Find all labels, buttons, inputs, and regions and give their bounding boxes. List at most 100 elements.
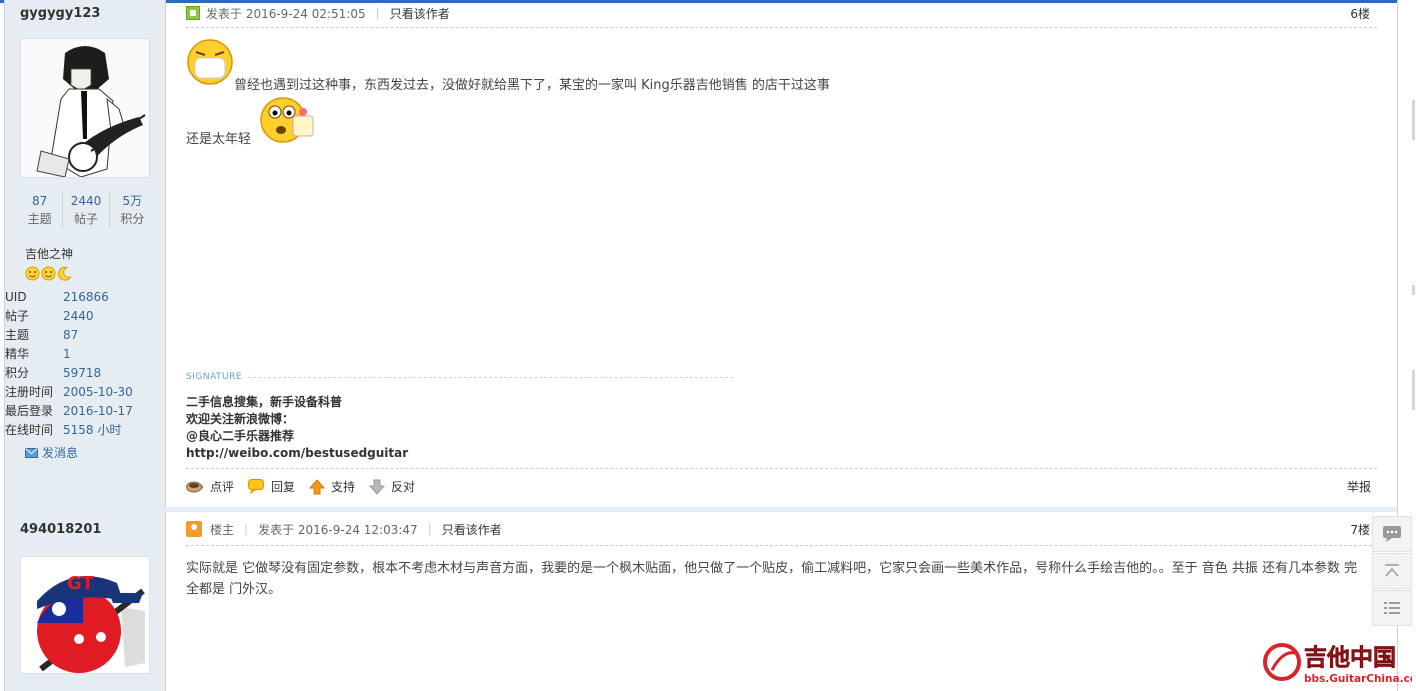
coffee-cup-icon [186, 481, 203, 492]
scrollbar-mark [1412, 100, 1415, 140]
author-stats: 87 主题 2440 帖子 5万 积分 [17, 192, 155, 228]
list-icon [1384, 602, 1400, 614]
to-top-icon [1385, 564, 1399, 577]
quick-reply-button[interactable] [1372, 516, 1412, 552]
rank-title: 吉他之神 [25, 247, 74, 261]
post-actions: 点评 回复 支持 反对 举报 [186, 478, 1371, 495]
author-username[interactable]: gygygy123 [20, 6, 100, 21]
post-6: gygygy123 87 主题 2440 帖子 5万 积分 吉他之神 UID 2… [5, 0, 1397, 507]
site-logo: 吉他中国 bbs.GuitarChina.com [1262, 640, 1416, 688]
profile-key: 最后登录 [5, 404, 54, 418]
stat-value: 87 [32, 194, 48, 208]
separator: | [244, 522, 249, 536]
separator: | [427, 522, 432, 536]
content-paragraph: 曾经也遇到过这种事，东西发过去，没做好就给黑下了，某宝的一家叫 King乐器吉他… [186, 36, 1186, 93]
stat-threads[interactable]: 87 主题 [17, 192, 64, 228]
content-paragraph: 还是太年轻 [186, 90, 486, 150]
profile-row: UID 216866 [5, 288, 133, 307]
profile-value[interactable]: 2440 [63, 307, 94, 326]
separator: | [375, 6, 380, 20]
arrow-down-icon [369, 479, 386, 495]
shocked-smiley-icon [260, 97, 314, 143]
author-profile: UID 216866 帖子 2440 主题 87 精华 1 积分 59718 注册时间 20… [5, 288, 133, 440]
online-status-icon [186, 6, 200, 20]
signature-line: 欢迎关注新浪微博： [186, 412, 295, 426]
oppose-button[interactable]: 反对 [369, 478, 415, 495]
post-time: 发表于 2016-9-24 12:03:47 [258, 522, 418, 537]
list-view-button[interactable] [1372, 590, 1412, 626]
support-button[interactable]: 支持 [309, 478, 355, 495]
stat-label: 主题 [27, 212, 52, 226]
floor-number[interactable]: 7楼 [1350, 521, 1370, 538]
floating-toolbar [1372, 516, 1412, 627]
profile-key: 在线时间 [5, 423, 54, 437]
profile-value: 1 [63, 347, 71, 361]
support-label: 支持 [331, 480, 356, 494]
profile-value: 5158 小时 [63, 423, 122, 437]
send-message-label: 发消息 [42, 446, 79, 460]
header-divider [186, 545, 1377, 546]
sun-icon [25, 266, 40, 281]
profile-row: 在线时间 5158 小时 [5, 421, 133, 440]
author-username[interactable]: 494018201 [20, 522, 101, 537]
profile-row: 帖子 2440 [5, 307, 133, 326]
signature-line[interactable]: http://weibo.com/bestusedguitar [186, 445, 408, 462]
post-time: 发表于 2016-9-24 02:51:05 [206, 6, 366, 21]
signature-label: SIGNATURE [186, 372, 243, 382]
author-avatar[interactable]: GT [20, 556, 150, 674]
comment-button[interactable]: 点评 [186, 478, 234, 495]
stat-value: 5万 [122, 194, 143, 208]
op-label: 楼主 [210, 522, 235, 537]
profile-key: 帖子 [5, 309, 30, 323]
profile-key: 注册时间 [5, 385, 54, 399]
post-header: 楼主 | 发表于 2016-9-24 12:03:47 | 只看该作者 7楼 [186, 520, 1370, 538]
chat-icon [1383, 526, 1401, 542]
scrollbar-mark [1412, 285, 1415, 295]
profile-row: 主题 87 [5, 326, 133, 345]
actions-divider [186, 468, 1377, 469]
profile-row: 精华 1 [5, 345, 133, 364]
arrow-up-icon [309, 478, 326, 494]
profile-value[interactable]: 216866 [63, 288, 109, 307]
profile-value: 59718 [63, 366, 102, 380]
profile-value[interactable]: 87 [63, 326, 78, 345]
stat-points[interactable]: 5万 积分 [110, 192, 155, 228]
profile-key: 主题 [5, 328, 30, 342]
sun-icon [41, 266, 56, 281]
thread-starter-icon [186, 521, 202, 537]
moon-icon [57, 266, 72, 281]
stat-label: 帖子 [73, 212, 98, 226]
profile-key: 精华 [5, 347, 30, 361]
only-author-link[interactable]: 只看该作者 [442, 521, 502, 538]
back-to-top-button[interactable] [1372, 553, 1412, 589]
author-avatar[interactable] [20, 38, 150, 178]
floor-number[interactable]: 6楼 [1350, 5, 1370, 22]
speech-bubble-icon [248, 479, 265, 494]
profile-row: 注册时间 2005-10-30 [5, 383, 133, 402]
author-sidebar: 494018201 GT [5, 512, 166, 691]
only-author-link[interactable]: 只看该作者 [390, 5, 450, 22]
stat-value: 2440 [70, 194, 102, 208]
svg-text:吉他中国: 吉他中国 [1304, 644, 1396, 671]
post-7: 494018201 GT 楼主 | 发表于 2016-9-24 12:03:47… [5, 512, 1397, 691]
stat-label: 积分 [120, 212, 145, 226]
reply-button[interactable]: 回复 [248, 478, 295, 495]
profile-value: 2005-10-30 [63, 385, 133, 399]
profile-row: 最后登录 2016-10-17 [5, 402, 133, 421]
header-divider [186, 27, 1377, 28]
send-message-link[interactable]: 发消息 [25, 444, 78, 461]
profile-key: 积分 [5, 366, 30, 380]
stat-posts[interactable]: 2440 帖子 [63, 192, 110, 228]
report-link[interactable]: 举报 [1347, 478, 1371, 495]
rank-icons [25, 266, 72, 281]
post-content: 曾经也遇到过这种事，东西发过去，没做好就给黑下了，某宝的一家叫 King乐器吉他… [186, 36, 1186, 150]
profile-value: 2016-10-17 [63, 404, 133, 418]
signature: 二手信息搜集，新手设备科普 欢迎关注新浪微博： @良心二手乐器推荐 http:/… [186, 394, 408, 462]
envelope-icon [25, 447, 38, 458]
profile-key: UID [5, 290, 27, 304]
reply-label: 回复 [271, 480, 296, 494]
signature-line: @良心二手乐器推荐 [186, 429, 295, 443]
post-header: 发表于 2016-9-24 02:51:05 | 只看该作者 6楼 [186, 4, 1370, 22]
mask-smiley-icon [187, 39, 233, 85]
comment-label: 点评 [210, 480, 235, 494]
